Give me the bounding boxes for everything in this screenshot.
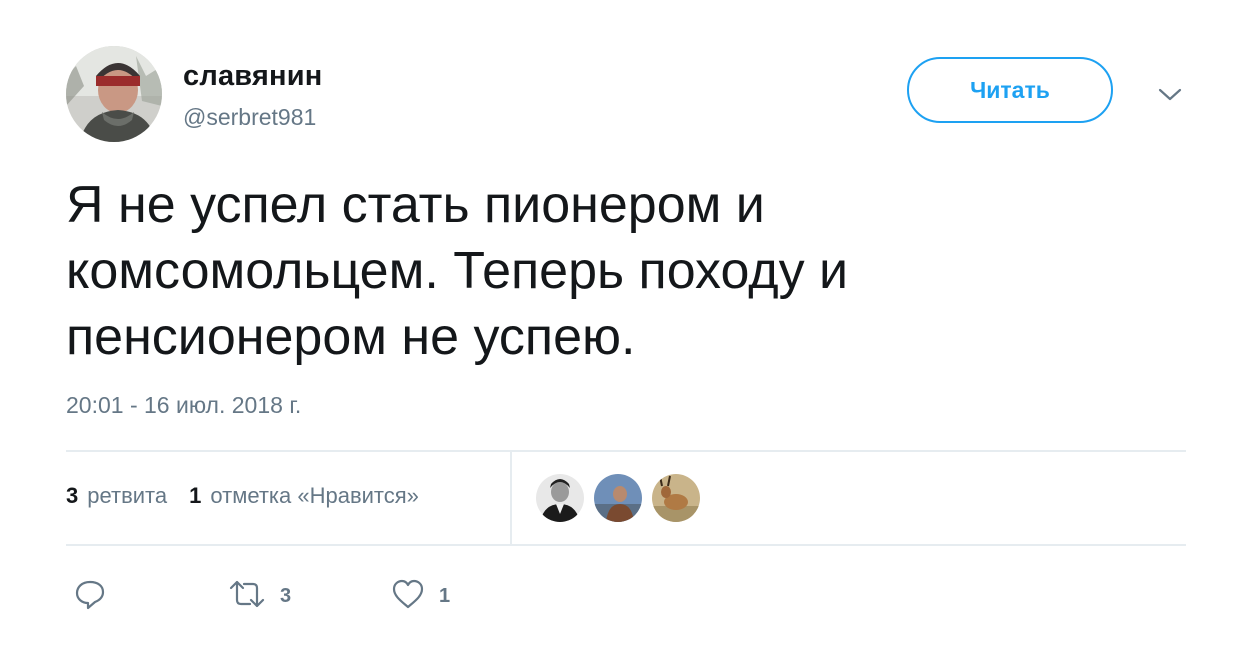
divider — [66, 450, 1186, 452]
user-handle[interactable]: @serbret981 — [183, 104, 316, 131]
liker-avatar[interactable] — [652, 474, 700, 522]
tweet-text-line: комсомольцем. Теперь походу и — [66, 242, 849, 300]
vertical-divider — [510, 452, 512, 544]
tweet-timestamp[interactable]: 20:01 - 16 июл. 2018 г. — [66, 392, 301, 419]
like-stat[interactable]: 1 отметка «Нравится» — [189, 483, 419, 509]
follow-button[interactable]: Читать — [907, 57, 1113, 123]
user-avatar[interactable] — [66, 46, 162, 142]
divider — [66, 544, 1186, 546]
tweet-stats: 3 ретвита 1 отметка «Нравится» — [66, 483, 419, 509]
reply-icon — [74, 578, 106, 615]
tweet-text-line: Я не успел стать пионером и — [66, 176, 765, 234]
like-stat-count: 1 — [189, 483, 202, 508]
like-count: 1 — [439, 585, 451, 607]
reply-button[interactable] — [74, 578, 106, 615]
retweet-button[interactable]: 3 — [228, 578, 291, 615]
like-button[interactable]: 1 — [391, 578, 450, 615]
heart-icon — [391, 578, 425, 615]
display-name[interactable]: славянин — [183, 60, 323, 93]
likers-avatars — [536, 474, 700, 522]
retweet-icon — [228, 578, 266, 615]
like-stat-label: отметка «Нравится» — [210, 483, 419, 508]
retweet-stat-label: ретвита — [87, 483, 168, 508]
tweet-text-line: пенсионером не успею. — [66, 308, 636, 366]
liker-avatar[interactable] — [536, 474, 584, 522]
retweet-stat-count: 3 — [66, 483, 79, 508]
tweet-card: славянин @serbret981 Читать Я не успел с… — [0, 0, 1257, 657]
retweet-count: 3 — [280, 585, 292, 607]
tweet-text: Я не успел стать пионером и комсомольцем… — [66, 172, 1186, 370]
liker-avatar[interactable] — [594, 474, 642, 522]
retweet-stat[interactable]: 3 ретвита — [66, 483, 167, 509]
chevron-down-icon[interactable] — [1155, 84, 1185, 106]
